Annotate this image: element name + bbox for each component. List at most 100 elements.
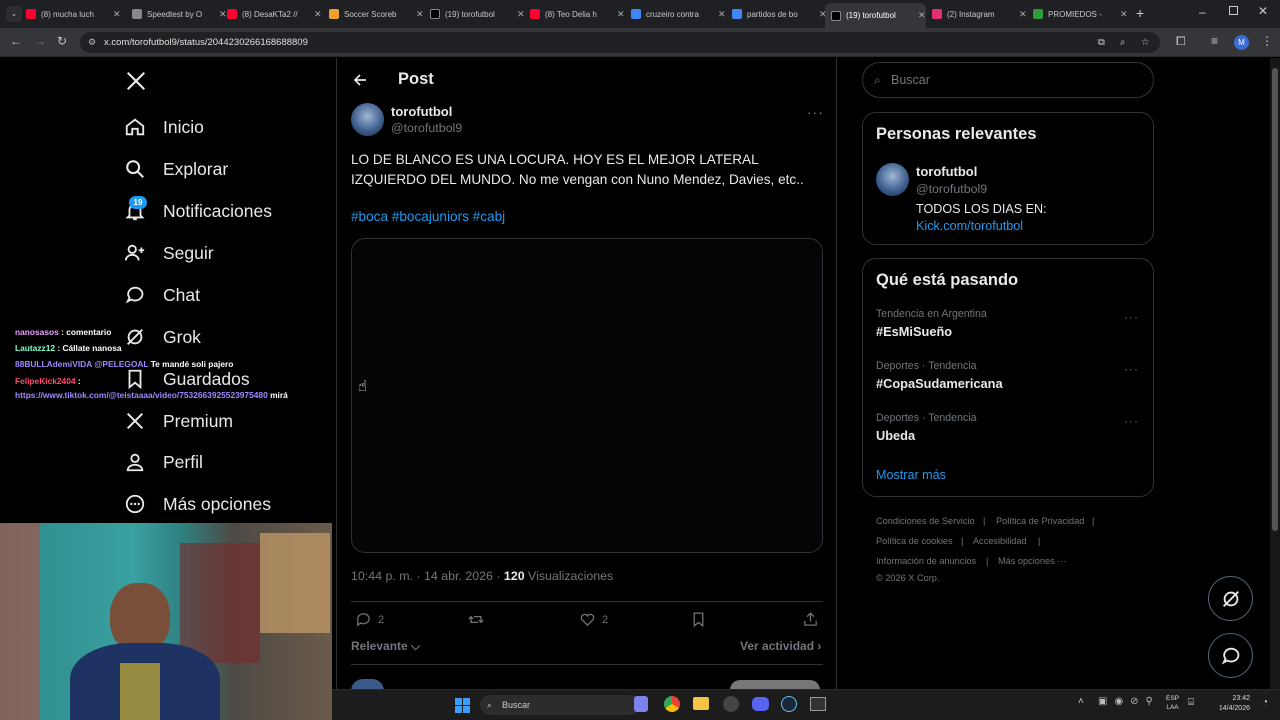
nav-item-seguir[interactable]: Seguir: [124, 236, 214, 270]
forward-icon[interactable]: →: [34, 34, 46, 48]
app-icon[interactable]: [723, 696, 739, 712]
terminal-icon[interactable]: [810, 697, 826, 711]
relevant-link[interactable]: Kick.com/torofutbol: [916, 219, 1023, 233]
language-indicator[interactable]: ESP LAA: [1166, 694, 1179, 712]
zoom-icon[interactable]: ⌕: [1120, 32, 1125, 53]
relevant-avatar[interactable]: [876, 163, 909, 196]
start-icon[interactable]: [455, 698, 470, 713]
search-input[interactable]: ⌕ Buscar: [862, 62, 1154, 98]
bookmark-button[interactable]: [691, 611, 706, 628]
bookmark-star-icon[interactable]: ☆: [1141, 32, 1150, 53]
footer-ads[interactable]: Información de anuncios: [876, 556, 976, 566]
close-tab-icon[interactable]: ✕: [918, 10, 926, 21]
nav-item-inicio[interactable]: Inicio: [124, 110, 204, 144]
browser-tab[interactable]: (8) Teo Delia h ✕: [530, 4, 625, 24]
author-avatar[interactable]: [351, 103, 384, 136]
close-tab-icon[interactable]: ✕: [314, 9, 322, 20]
browser-tab[interactable]: (8) mucha luch ✕: [26, 4, 121, 24]
footer-terms[interactable]: Condiciones de Servicio: [876, 516, 975, 526]
browser-tab[interactable]: PROMIEDOS - ✕: [1033, 4, 1128, 24]
browser-menu-icon[interactable]: ⋮: [1261, 34, 1273, 48]
close-tab-icon[interactable]: ✕: [718, 9, 726, 20]
nav-item-chat[interactable]: Chat: [124, 278, 200, 312]
tweet-media[interactable]: [351, 238, 823, 553]
tray-icons[interactable]: ▣◉⊘⚲: [1098, 696, 1160, 707]
footer-more[interactable]: Más opciones ···: [998, 556, 1066, 566]
browser-tab[interactable]: (8) DesaKTa2 // ✕: [227, 4, 322, 24]
network-icon[interactable]: ⌸: [1188, 697, 1194, 708]
close-tab-icon[interactable]: ✕: [113, 9, 121, 20]
browser-tab[interactable]: Speedtest by O ✕: [132, 4, 227, 24]
tab-search-button[interactable]: ⌄: [6, 6, 22, 22]
messages-fab[interactable]: [1208, 633, 1253, 678]
share-button[interactable]: [802, 611, 819, 628]
back-arrow-icon[interactable]: [352, 72, 368, 93]
close-tab-icon[interactable]: ✕: [416, 9, 424, 20]
page-scrollbar[interactable]: [1270, 58, 1280, 690]
close-tab-icon[interactable]: ✕: [617, 9, 625, 20]
nav-item-perfil[interactable]: Perfil: [124, 445, 203, 479]
relevant-handle[interactable]: @torofutbol9: [916, 182, 987, 196]
url-bar[interactable]: ⚙ x.com/torofutbol9/status/2044230266168…: [80, 32, 1160, 53]
tweet-timestamp[interactable]: 10:44 p. m. · 14 abr. 2026 ·: [351, 569, 504, 583]
steam-icon[interactable]: [781, 696, 797, 712]
close-tab-icon[interactable]: ✕: [1120, 9, 1128, 20]
replies-sort-dropdown[interactable]: Relevante ⌵: [351, 639, 420, 654]
post-more-icon[interactable]: ···: [807, 104, 824, 120]
browser-tab[interactable]: partidos de bo ✕: [732, 4, 827, 24]
tray-chevron-icon[interactable]: ˄: [1078, 696, 1084, 707]
footer-accessibility[interactable]: Accesibilidad: [973, 536, 1027, 546]
clock[interactable]: 23:42 14/4/2026: [1212, 694, 1250, 714]
footer-cookies[interactable]: Política de cookies: [876, 536, 953, 546]
teams-icon[interactable]: [634, 696, 648, 712]
view-activity-link[interactable]: Ver actividad ›: [740, 639, 821, 653]
footer-privacy[interactable]: Política de Privacidad: [996, 516, 1084, 526]
close-tab-icon[interactable]: ✕: [219, 9, 227, 20]
repost-button[interactable]: [467, 611, 485, 628]
author-name[interactable]: torofutbol: [391, 104, 452, 119]
trend-more-icon[interactable]: ···: [1124, 414, 1139, 428]
install-icon[interactable]: ⧉: [1098, 32, 1105, 53]
maximize-button[interactable]: [1229, 6, 1238, 15]
chat-icon: [1221, 647, 1239, 664]
close-window-button[interactable]: ✕: [1258, 4, 1268, 18]
discord-icon[interactable]: [752, 697, 769, 711]
scrollbar-thumb[interactable]: [1272, 68, 1278, 531]
browser-tab[interactable]: cruzeiro contra ✕: [631, 4, 726, 24]
x-logo-icon[interactable]: [125, 70, 147, 97]
author-handle[interactable]: @torofutbol9: [391, 121, 462, 135]
like-button[interactable]: 2: [579, 611, 608, 628]
close-tab-icon[interactable]: ✕: [517, 9, 525, 20]
show-more-link[interactable]: Mostrar más: [876, 468, 946, 482]
profile-avatar[interactable]: M: [1234, 35, 1249, 50]
nav-item-m-s-opciones[interactable]: Más opciones: [124, 487, 271, 521]
relevant-name[interactable]: torofutbol: [916, 164, 977, 179]
browser-tab[interactable]: (19) torofutbol ✕: [430, 4, 525, 24]
nav-label: Chat: [163, 284, 200, 305]
grok-fab[interactable]: [1208, 576, 1253, 621]
browser-tab[interactable]: Soccer Scoreb ✕: [329, 4, 424, 24]
close-tab-icon[interactable]: ✕: [1019, 9, 1027, 20]
new-tab-button[interactable]: +: [1136, 5, 1144, 21]
site-info-icon[interactable]: ⚙: [88, 32, 96, 53]
search-placeholder: Buscar: [891, 73, 930, 87]
browser-tab[interactable]: (2) Instagram ✕: [932, 4, 1027, 24]
footer-sep: |: [961, 536, 964, 546]
trend-more-icon[interactable]: ···: [1124, 362, 1139, 376]
trend-more-icon[interactable]: ···: [1124, 310, 1139, 324]
reload-icon[interactable]: ↻: [57, 34, 67, 48]
extensions-icon[interactable]: ⧠: [1176, 34, 1186, 49]
chrome-icon[interactable]: [664, 696, 680, 712]
tweet-hashtags[interactable]: #boca #bocajuniors #cabj: [351, 209, 505, 224]
explorer-icon[interactable]: [693, 697, 709, 710]
nav-item-premium[interactable]: Premium: [124, 404, 233, 438]
reading-list-icon[interactable]: ≡: [1211, 34, 1218, 48]
notification-bell-icon[interactable]: ◔: [1262, 697, 1268, 708]
nav-item-grok[interactable]: Grok: [124, 320, 201, 354]
reply-button[interactable]: 2: [355, 611, 384, 628]
browser-tab[interactable]: (19) torofutbol ✕: [825, 3, 926, 28]
nav-item-explorar[interactable]: Explorar: [124, 152, 228, 186]
minimize-button[interactable]: –: [1199, 5, 1206, 19]
taskbar-search[interactable]: ⌕ Buscar: [480, 695, 640, 715]
back-icon[interactable]: ←: [10, 34, 22, 48]
